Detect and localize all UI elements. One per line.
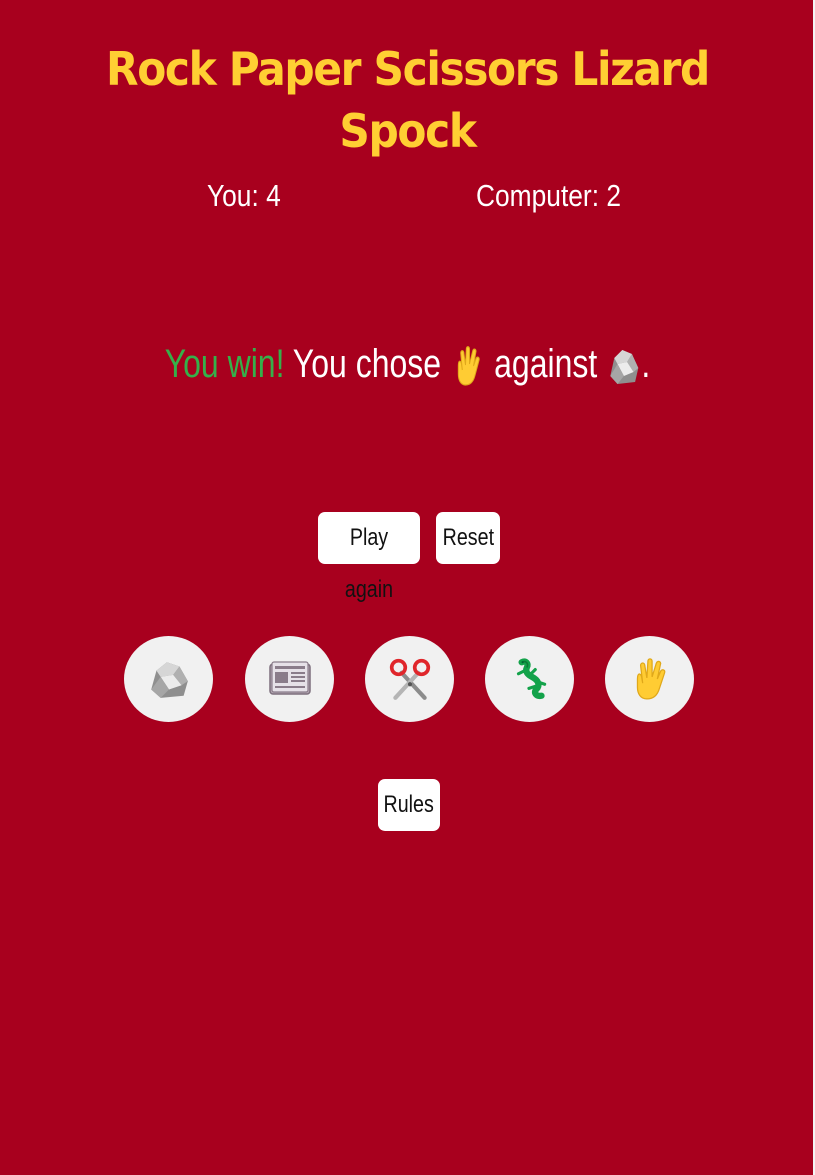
spock-hand-icon bbox=[450, 344, 485, 388]
rock-icon bbox=[146, 656, 192, 702]
choice-spock-button[interactable] bbox=[605, 636, 694, 722]
scissors-icon bbox=[387, 656, 433, 702]
spock-hand-icon bbox=[627, 656, 673, 702]
result-against-text: against bbox=[494, 342, 598, 386]
result-end-text: . bbox=[641, 342, 651, 386]
choice-lizard-button[interactable] bbox=[485, 636, 574, 722]
lizard-icon bbox=[507, 656, 553, 702]
computer-score: Computer: 2 bbox=[476, 178, 621, 213]
result-message: You win! You chose against . bbox=[0, 336, 815, 392]
choice-scissors-button[interactable] bbox=[365, 636, 454, 722]
choice-paper-button[interactable] bbox=[245, 636, 334, 722]
player-score: You: 4 bbox=[207, 178, 281, 213]
rock-icon bbox=[606, 344, 641, 388]
play-again-label: Play again bbox=[344, 524, 394, 603]
play-again-button[interactable]: Play again bbox=[318, 512, 420, 603]
rules-label: Rules bbox=[383, 791, 435, 818]
reset-label: Reset bbox=[442, 524, 494, 551]
reset-button[interactable]: Reset bbox=[436, 512, 500, 564]
rules-button[interactable]: Rules bbox=[378, 779, 440, 831]
page-title: Rock Paper Scissors Lizard Spock bbox=[106, 42, 710, 158]
result-you-chose-text: You chose bbox=[292, 342, 442, 386]
newspaper-icon bbox=[266, 656, 314, 702]
result-status: You win! bbox=[164, 342, 285, 386]
choice-rock-button[interactable] bbox=[124, 636, 213, 722]
